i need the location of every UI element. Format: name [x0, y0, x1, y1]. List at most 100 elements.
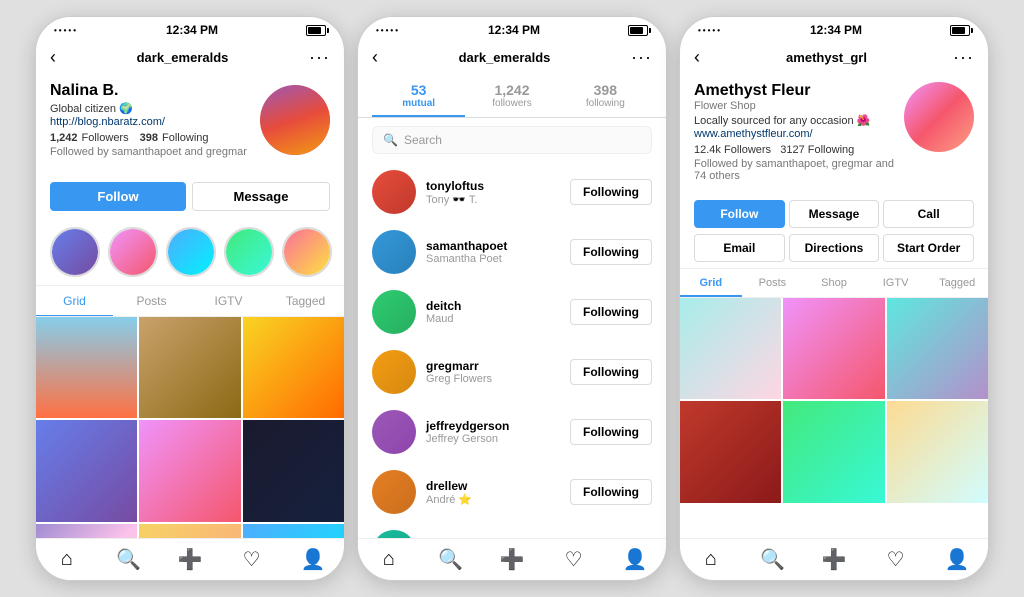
tab-posts[interactable]: Posts	[742, 269, 804, 297]
grid-item[interactable]	[36, 317, 137, 418]
following-button[interactable]: Following	[570, 299, 652, 325]
grid-item[interactable]	[243, 524, 344, 538]
avatar	[372, 530, 416, 538]
signal-dots: •••••	[54, 26, 78, 35]
profile-icon[interactable]: 👤	[937, 547, 977, 572]
biz-photo-grid	[680, 298, 988, 503]
add-icon[interactable]: ➕	[492, 547, 532, 572]
follower-item: deitch Maud Following	[358, 282, 666, 342]
more-options-button[interactable]: ···	[309, 47, 330, 68]
avatar	[372, 410, 416, 454]
tab-tagged[interactable]: Tagged	[267, 286, 344, 316]
back-button[interactable]: ‹	[372, 47, 378, 68]
more-options-button[interactable]: ···	[631, 47, 652, 68]
story-item[interactable]	[282, 227, 332, 277]
tab-grid[interactable]: Grid	[680, 269, 742, 297]
battery-indicator	[628, 25, 648, 36]
grid-item[interactable]	[139, 524, 240, 538]
directions-button[interactable]: Directions	[789, 234, 880, 262]
avatar	[372, 170, 416, 214]
profile-name: Nalina B.	[50, 82, 260, 100]
add-icon[interactable]: ➕	[814, 547, 854, 572]
follower-info: drellew André ⭐	[426, 479, 560, 506]
add-icon[interactable]: ➕	[170, 547, 210, 572]
grid-item[interactable]	[139, 420, 240, 521]
tab-igtv[interactable]: IGTV	[190, 286, 267, 316]
follow-button[interactable]: Follow	[694, 200, 785, 228]
home-icon[interactable]: ⌂	[691, 548, 731, 571]
tab-shop[interactable]: Shop	[803, 269, 865, 297]
following-button[interactable]: Following	[570, 239, 652, 265]
profile-icon[interactable]: 👤	[615, 547, 655, 572]
grid-item[interactable]	[783, 298, 884, 399]
follow-button[interactable]: Follow	[50, 182, 186, 211]
tab-igtv[interactable]: IGTV	[865, 269, 927, 297]
story-item[interactable]	[108, 227, 158, 277]
profile-link[interactable]: http://blog.nbaratz.com/	[50, 116, 260, 128]
start-order-button[interactable]: Start Order	[883, 234, 974, 262]
heart-icon[interactable]: ♡	[554, 547, 594, 572]
phone3-content: Amethyst Fleur Flower Shop Locally sourc…	[680, 74, 988, 538]
heart-icon[interactable]: ♡	[232, 547, 272, 572]
tab-posts[interactable]: Posts	[113, 286, 190, 316]
username: drellew	[426, 479, 560, 493]
home-icon[interactable]: ⌂	[369, 548, 409, 571]
avatar	[372, 230, 416, 274]
back-button[interactable]: ‹	[50, 47, 56, 68]
home-icon[interactable]: ⌂	[47, 548, 87, 571]
mutual-tab-following[interactable]: 398 following	[559, 74, 652, 117]
nav-bar-3: ‹ amethyst_grl ···	[680, 41, 988, 74]
tabs-row: Grid Posts IGTV Tagged	[36, 285, 344, 317]
display-name: Samantha Poet	[426, 253, 560, 265]
message-button[interactable]: Message	[192, 182, 330, 211]
signal-dots: •••••	[698, 26, 722, 35]
following-button[interactable]: Following	[570, 479, 652, 505]
biz-followers-count: 12.4k	[694, 144, 721, 156]
follower-item: jeffreydgerson Jeffrey Gerson Following	[358, 402, 666, 462]
following-button[interactable]: Following	[570, 359, 652, 385]
biz-link[interactable]: www.amethystfleur.com/	[694, 128, 904, 140]
profile-username-title: amethyst_grl	[786, 50, 867, 65]
search-icon[interactable]: 🔍	[430, 547, 470, 572]
grid-item[interactable]	[139, 317, 240, 418]
tab-tagged[interactable]: Tagged	[926, 269, 988, 297]
call-button[interactable]: Call	[883, 200, 974, 228]
biz-category: Flower Shop	[694, 100, 904, 112]
mutual-tab-mutual[interactable]: 53 mutual	[372, 74, 465, 117]
following-button[interactable]: Following	[570, 179, 652, 205]
message-button[interactable]: Message	[789, 200, 880, 228]
search-icon[interactable]: 🔍	[752, 547, 792, 572]
search-icon[interactable]: 🔍	[108, 547, 148, 572]
email-button[interactable]: Email	[694, 234, 785, 262]
mutual-tab-followers[interactable]: 1,242 followers	[465, 74, 558, 117]
nav-bar-2: ‹ dark_emeralds ···	[358, 41, 666, 74]
profile-icon[interactable]: 👤	[293, 547, 333, 572]
story-item[interactable]	[50, 227, 100, 277]
following-button[interactable]: Following	[570, 419, 652, 445]
battery-indicator	[306, 25, 326, 36]
grid-item[interactable]	[36, 524, 137, 538]
more-options-button[interactable]: ···	[953, 47, 974, 68]
biz-followers-label: Followers	[724, 144, 771, 156]
stories-row	[36, 219, 344, 285]
story-item[interactable]	[166, 227, 216, 277]
followers-label: Followers	[82, 132, 129, 144]
avatar	[372, 470, 416, 514]
grid-item[interactable]	[680, 401, 781, 502]
grid-item[interactable]	[887, 298, 988, 399]
grid-item[interactable]	[36, 420, 137, 521]
tab-grid[interactable]: Grid	[36, 286, 113, 316]
story-item[interactable]	[224, 227, 274, 277]
grid-item[interactable]	[783, 401, 884, 502]
time-display: 12:34 PM	[166, 23, 218, 37]
back-button[interactable]: ‹	[694, 47, 700, 68]
grid-item[interactable]	[243, 420, 344, 521]
mutual-tabs: 53 mutual 1,242 followers 398 following	[358, 74, 666, 118]
phones-container: ••••• 12:34 PM ‹ dark_emeralds ··· Nalin…	[19, 0, 1005, 597]
grid-item[interactable]	[243, 317, 344, 418]
grid-item[interactable]	[680, 298, 781, 399]
heart-icon[interactable]: ♡	[876, 547, 916, 572]
follower-item: gregmarr Greg Flowers Following	[358, 342, 666, 402]
search-bar[interactable]: 🔍 Search	[372, 126, 652, 154]
grid-item[interactable]	[887, 401, 988, 502]
